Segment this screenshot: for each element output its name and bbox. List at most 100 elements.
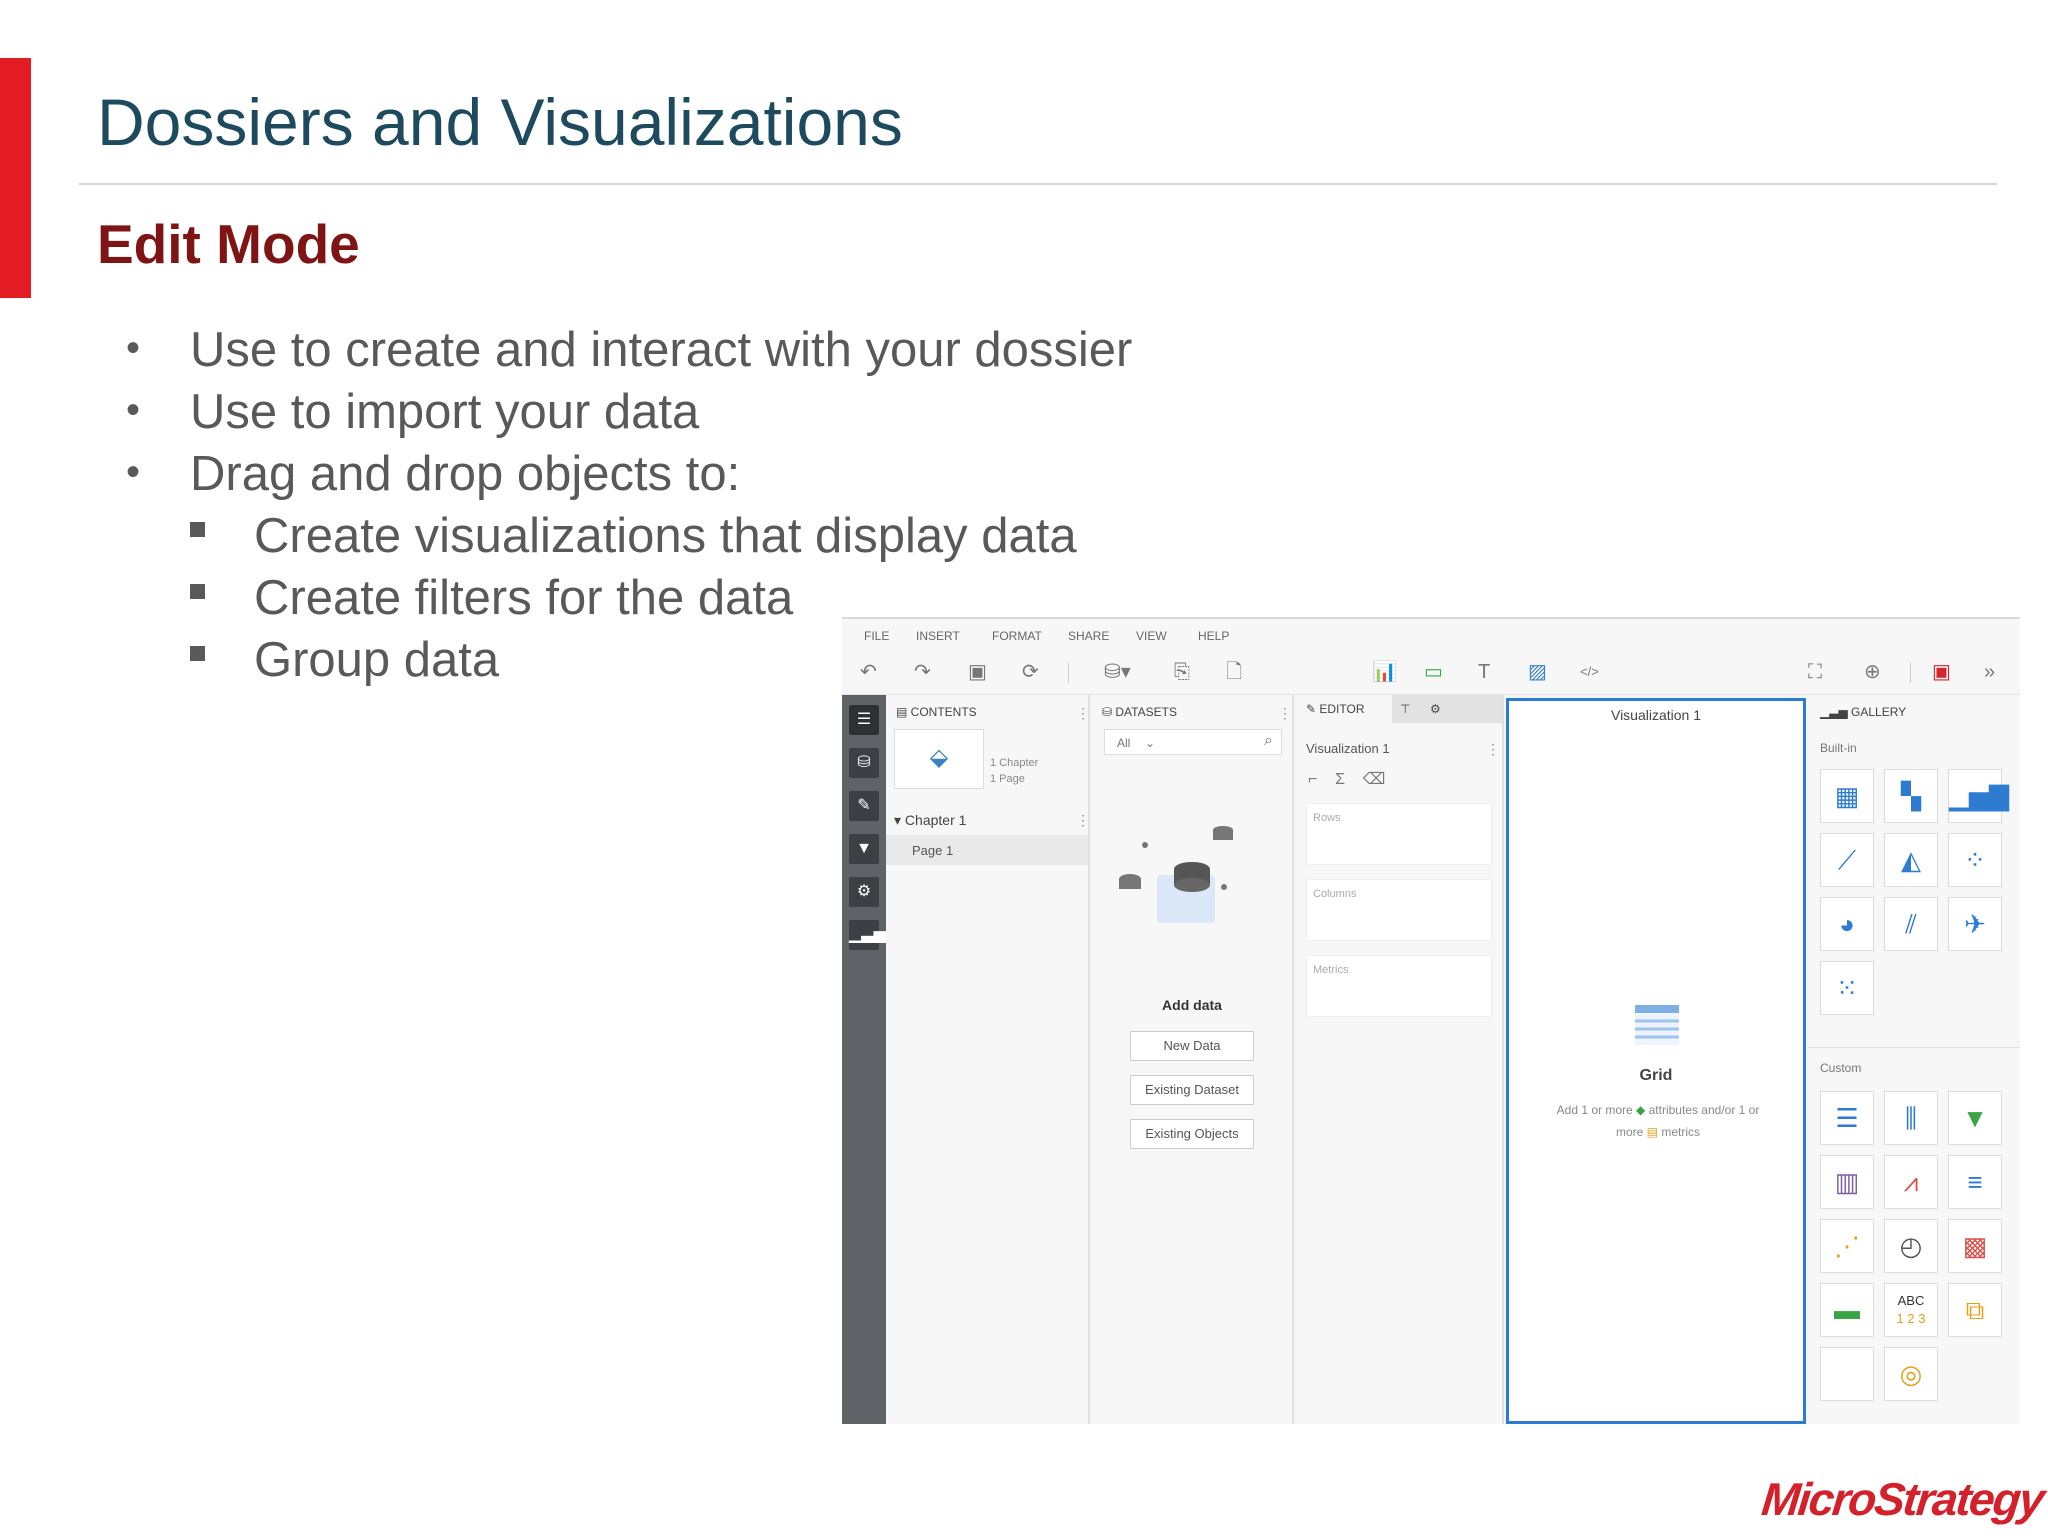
editor-tabs: ✎ EDITOR ⊤ ⚙: [1296, 695, 1502, 723]
existing-objects-button[interactable]: Existing Objects: [1130, 1119, 1254, 1149]
toolbar: ↶ ↷ ▣ ⟳ ⛁▾ ⎘ 🗋 📊 ▭ T ▨ </> ⛶ ⊕ ▣ »: [842, 651, 2020, 695]
visualization-hint: Add 1 or more ◆ attributes and/or 1 or m…: [1556, 1103, 1760, 1139]
menu-share[interactable]: SHARE: [1068, 629, 1109, 643]
gallery-org-chart-icon[interactable]: ⧉: [1948, 1283, 2002, 1337]
gallery-waterfall-icon[interactable]: ▥: [1820, 1155, 1874, 1209]
swap-axes-icon[interactable]: ⌐: [1308, 771, 1317, 788]
insert-image-icon[interactable]: ▨: [1528, 661, 1547, 683]
gallery-boxplot-icon[interactable]: ⫼: [1884, 1091, 1938, 1145]
datasets-icon[interactable]: ⛁: [849, 748, 879, 778]
redo-icon[interactable]: ↷: [914, 661, 931, 683]
editor-viz-name: Visualization 1: [1306, 741, 1390, 756]
kebab-menu-icon[interactable]: ⋮: [1486, 741, 1500, 758]
gallery-heatmap-icon[interactable]: ☰: [1820, 1091, 1874, 1145]
gallery-gauge-icon[interactable]: ◴: [1884, 1219, 1938, 1273]
gallery-map-icon[interactable]: ✈: [1948, 897, 2002, 951]
toc-icon[interactable]: ☰: [849, 705, 879, 735]
gallery-donut-icon[interactable]: ◎: [1884, 1347, 1938, 1401]
visualization-container[interactable]: Visualization 1 Grid Add 1 or more ◆ att…: [1506, 698, 1806, 1424]
gallery-pie-chart-icon[interactable]: ◕: [1820, 897, 1874, 951]
insert-html-icon[interactable]: </>: [1580, 661, 1599, 683]
settings-gear-icon[interactable]: ⚙: [849, 877, 879, 907]
gallery-line-chart-icon[interactable]: ⟋: [1820, 833, 1874, 887]
menu-format[interactable]: FORMAT: [992, 629, 1042, 643]
columns-dropzone[interactable]: Columns: [1306, 879, 1492, 941]
title-divider: [79, 183, 1997, 185]
save-icon[interactable]: ▣: [968, 661, 987, 683]
insert-text-icon[interactable]: T: [1478, 661, 1490, 683]
add-chapter-icon[interactable]: ⎘: [1174, 661, 1190, 683]
gallery-area-chart-icon[interactable]: ◭: [1884, 833, 1938, 887]
existing-dataset-button[interactable]: Existing Dataset: [1130, 1075, 1254, 1105]
rows-dropzone[interactable]: Rows: [1306, 803, 1492, 865]
collapse-icon[interactable]: »: [1984, 661, 1995, 683]
microstrategy-logo: MicroStrategy: [1759, 1473, 2046, 1525]
slide-title: Dossiers and Visualizations: [97, 85, 903, 159]
custom-label: Custom: [1820, 1061, 1862, 1075]
bullet-item: • Drag and drop objects to:: [126, 447, 741, 501]
gallery-chart-icon[interactable]: ▁▃▅: [849, 920, 886, 950]
metric-icon: ▤: [1646, 1125, 1658, 1139]
visualization-type-label: Grid: [1639, 1067, 1673, 1084]
gallery-gantt-icon[interactable]: ≡: [1948, 1155, 2002, 1209]
menu-insert[interactable]: INSERT: [916, 629, 960, 643]
refresh-icon[interactable]: ⟳: [1022, 661, 1039, 683]
page-item[interactable]: Page 1: [886, 835, 1088, 865]
datasets-panel: ⛁ DATASETS ⋮ All ⌄ ⌕ Add data New Data E…: [1092, 695, 1294, 1424]
toolbar-divider: [1068, 663, 1069, 683]
sum-icon[interactable]: Σ: [1335, 771, 1345, 788]
new-data-button[interactable]: New Data: [1130, 1031, 1254, 1061]
search-icon[interactable]: ⌕: [1264, 732, 1273, 750]
menu-file[interactable]: FILE: [864, 629, 889, 643]
toolbar-divider: [1910, 663, 1911, 683]
metrics-dropzone[interactable]: Metrics: [1306, 955, 1492, 1017]
gallery-network-icon[interactable]: ⁙: [1820, 961, 1874, 1015]
gallery-treemap-icon[interactable]: ▩: [1948, 1219, 2002, 1273]
tab-format-gear-icon[interactable]: ⚙: [1430, 695, 1441, 723]
left-icon-bar: ☰ ⛁ ✎ ▼ ⚙ ▁▃▅: [842, 695, 886, 1424]
slide-subtitle: Edit Mode: [97, 213, 360, 275]
gallery-bubble-chart-icon[interactable]: ⁘: [1948, 833, 2002, 887]
insert-viz-icon[interactable]: 📊: [1372, 661, 1397, 683]
dossier-editor-screenshot: FILE INSERT FORMAT SHARE VIEW HELP ↶ ↷ ▣…: [842, 617, 2020, 1424]
dossier-thumbnail[interactable]: ⬙: [894, 729, 984, 789]
eraser-icon[interactable]: ⌫: [1363, 771, 1386, 788]
tab-filter-icon[interactable]: ⊤: [1400, 695, 1410, 723]
menu-help[interactable]: HELP: [1198, 629, 1229, 643]
tab-editor[interactable]: ✎ EDITOR: [1296, 695, 1392, 723]
menu-view[interactable]: VIEW: [1136, 629, 1167, 643]
gallery-compound-grid-icon[interactable]: ▚: [1884, 769, 1938, 823]
editor-panel: ✎ EDITOR ⊤ ⚙ Visualization 1 ⋮ ⌐ Σ ⌫ Row…: [1296, 695, 1504, 1424]
gallery-sankey-icon[interactable]: ⋰: [1820, 1219, 1874, 1273]
builtin-label: Built-in: [1820, 741, 1857, 755]
gallery-funnel-icon[interactable]: ▼: [1948, 1091, 2002, 1145]
gallery-histogram-icon[interactable]: ⩘: [1884, 1155, 1938, 1209]
chapter-kebab-icon[interactable]: ⋮: [1076, 812, 1090, 829]
gallery-grid-icon[interactable]: ▦: [1820, 769, 1874, 823]
layout-icon[interactable]: ⊕: [1864, 661, 1881, 683]
accent-bar: [0, 58, 31, 298]
gallery-bar-chart-icon[interactable]: ▁▅▇: [1948, 769, 2009, 823]
chapter-item[interactable]: ▾ Chapter 1: [894, 812, 966, 829]
gallery-bullet-chart-icon[interactable]: ▬: [1820, 1283, 1874, 1337]
filter-icon[interactable]: ▼: [849, 834, 879, 864]
gallery-panel: ▁▃▅ GALLERY Built-in ▦ ▚ ▁▅▇ ⟋ ◭ ⁘ ◕ ⫽ ✈…: [1808, 695, 2020, 1424]
gallery-combo-chart-icon[interactable]: ⫽: [1884, 897, 1938, 951]
undo-icon[interactable]: ↶: [860, 661, 877, 683]
kebab-menu-icon[interactable]: ⋮: [1278, 705, 1292, 722]
grid-icon: [1635, 1005, 1679, 1045]
visualization-title: Visualization 1: [1610, 707, 1702, 723]
dataset-filter-dropdown[interactable]: All ⌄ ⌕: [1104, 729, 1282, 755]
contents-header: ▤ CONTENTS: [896, 705, 977, 719]
fit-page-icon[interactable]: ⛶: [1808, 661, 1822, 683]
gallery-kpi-icon[interactable]: ABC 1 2 3: [1884, 1283, 1938, 1337]
presentation-icon[interactable]: ▣: [1932, 661, 1951, 683]
dossier-info: 1 Chapter 1 Page: [990, 757, 1039, 785]
insert-filter-icon[interactable]: ▭: [1424, 661, 1443, 683]
add-data-illustration: [1119, 826, 1233, 923]
add-page-icon[interactable]: 🗋: [1226, 661, 1242, 683]
editor-pencil-icon[interactable]: ✎: [849, 791, 879, 821]
kebab-menu-icon[interactable]: ⋮: [1076, 705, 1090, 722]
gallery-blank-cell[interactable]: [1820, 1347, 1874, 1401]
add-data-icon[interactable]: ⛁▾: [1104, 661, 1131, 683]
